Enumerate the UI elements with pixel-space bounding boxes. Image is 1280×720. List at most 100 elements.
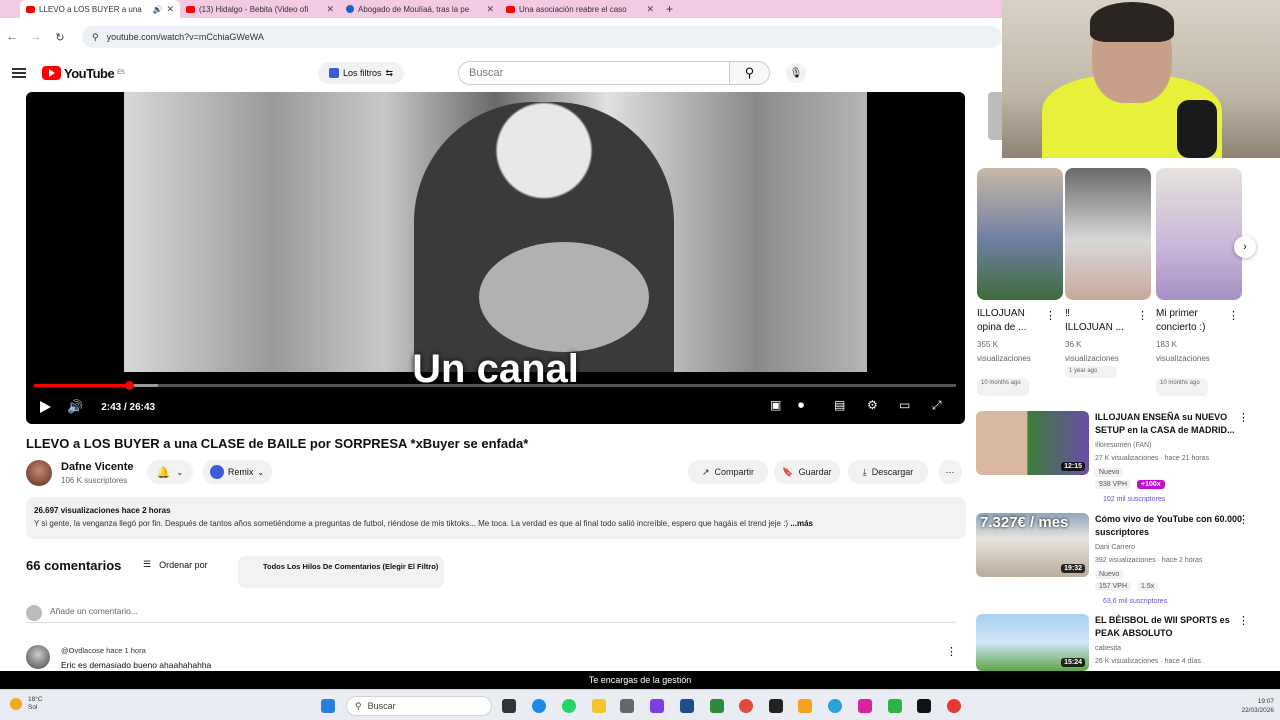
play-icon[interactable]: [40, 401, 51, 413]
description-box[interactable]: 26.697 visualizaciones hace 2 horas Y si…: [26, 497, 966, 539]
download-button[interactable]: ⤓ Descargar: [848, 460, 928, 484]
app-icon[interactable]: [710, 699, 724, 713]
search-input[interactable]: Buscar: [458, 61, 730, 85]
related-thumbnail[interactable]: 15:24: [976, 614, 1089, 671]
shorts-next-button[interactable]: ›: [1234, 236, 1256, 258]
app-icon[interactable]: [798, 699, 812, 713]
short-title[interactable]: ‼ ILLOJUAN ...: [1065, 307, 1141, 335]
chrome-icon[interactable]: [739, 699, 753, 713]
tab-asociacion[interactable]: Una asociación reabre el caso ✕: [500, 0, 660, 18]
channel-name[interactable]: Dafne Vicente: [61, 461, 134, 473]
file-explorer-icon[interactable]: [592, 699, 606, 713]
instagram-icon[interactable]: [858, 699, 872, 713]
subtitles-icon[interactable]: ▤: [834, 398, 845, 412]
voice-search-button[interactable]: 🎙: [786, 63, 806, 83]
more-vertical-icon[interactable]: ⋮: [1238, 513, 1249, 526]
related-title[interactable]: EL BÉISBOL de WII SPORTS es PEAK ABSOLUT…: [1095, 614, 1245, 640]
shorts-thumbnail-peek[interactable]: [988, 92, 1002, 140]
filters-label: Los filtros: [342, 68, 382, 78]
commenter-avatar[interactable]: [26, 645, 50, 669]
volume-icon[interactable]: 🔊: [67, 399, 83, 415]
system-clock[interactable]: 19:07 22/03/2026: [1222, 697, 1274, 715]
filters-button[interactable]: Los filtros ⇆: [318, 62, 404, 84]
related-video[interactable]: 7.327€ / mes 19:32 Cómo vivo de YouTube …: [976, 513, 1266, 605]
fullscreen-icon[interactable]: ⤢: [932, 398, 942, 413]
tab-abogado[interactable]: Abogado de Moulíaá, tras la pe ✕: [340, 0, 500, 18]
channel-avatar[interactable]: [26, 460, 52, 486]
notification-button[interactable]: 🔔 ⌄: [147, 460, 193, 484]
related-title[interactable]: Cómo vivo de YouTube con 60.000 suscript…: [1095, 513, 1245, 539]
back-icon[interactable]: ←: [0, 31, 24, 43]
forward-icon[interactable]: →: [24, 31, 48, 43]
windows-start-icon[interactable]: [321, 699, 335, 713]
more-actions-button[interactable]: ⋯: [938, 460, 962, 484]
weather-widget[interactable]: 18°C Sol: [10, 696, 43, 712]
short-title[interactable]: ILLOJUAN opina de ...: [977, 307, 1053, 335]
site-info-icon[interactable]: ⚲: [92, 32, 99, 43]
ratio-badge: +100x: [1137, 480, 1165, 489]
tab-hidalgo[interactable]: (13) Hidalgo - Bebita (Video ofi ✕: [180, 0, 340, 18]
youtube-logo[interactable]: YouTube ES: [42, 66, 125, 81]
close-icon[interactable]: ✕: [646, 4, 654, 15]
app-icon[interactable]: [680, 699, 694, 713]
autoplay-toggle-icon[interactable]: ⏺: [798, 398, 804, 413]
tiktok-icon[interactable]: [917, 699, 931, 713]
short-title[interactable]: Mi primer concierto :): [1156, 307, 1232, 335]
short-thumbnail[interactable]: [1156, 168, 1242, 300]
remix-button[interactable]: Remix ⌄: [202, 460, 272, 484]
related-channel[interactable]: Illoresumen (FAN): [1095, 440, 1255, 452]
progress-bar[interactable]: [34, 381, 956, 390]
save-label: Guardar: [798, 467, 832, 477]
task-view-icon[interactable]: [502, 699, 516, 713]
settings-icon[interactable]: ⚙: [867, 398, 878, 412]
sort-button[interactable]: ☰ Ordenar por: [143, 559, 208, 570]
related-thumbnail[interactable]: 7.327€ / mes 19:32: [976, 513, 1089, 577]
description-more-link[interactable]: ...más: [790, 519, 813, 528]
more-vertical-icon[interactable]: ⋮: [946, 645, 957, 658]
app-icon[interactable]: [769, 699, 783, 713]
video-player[interactable]: Un canal 🔊 2:43 / 26:43 ▣ ⏺ ▤ ⚙ ▭ ⤢: [26, 92, 965, 424]
more-vertical-icon[interactable]: ⋮: [1228, 309, 1239, 322]
more-vertical-icon[interactable]: ⋮: [1238, 614, 1249, 627]
whatsapp-icon[interactable]: [562, 699, 576, 713]
tab-current[interactable]: LLEVO a LOS BUYER a una 🔊 ✕: [20, 0, 180, 18]
telegram-icon[interactable]: [828, 699, 842, 713]
sort-icon: ☰: [143, 559, 152, 569]
scrubber-handle[interactable]: [124, 381, 134, 390]
taskbar-search[interactable]: ⚲ Buscar: [346, 696, 492, 716]
related-thumbnail[interactable]: 12:15: [976, 411, 1089, 475]
related-channel[interactable]: Dani Carrero: [1095, 542, 1255, 554]
video-duration: 15:24: [1061, 658, 1085, 667]
related-title[interactable]: ILLOJUAN ENSEÑA su NUEVO SETUP en la CAS…: [1095, 411, 1245, 437]
close-icon[interactable]: ✕: [166, 4, 174, 15]
save-button[interactable]: 🔖 Guardar: [774, 460, 840, 484]
comment-filter-dropdown[interactable]: Todos Los Hilos De Comentarios (Elegir E…: [238, 556, 444, 588]
related-channel[interactable]: cabesita: [1095, 643, 1255, 655]
app-icon[interactable]: [620, 699, 634, 713]
edge-icon[interactable]: [532, 699, 546, 713]
close-icon[interactable]: ✕: [326, 4, 334, 15]
short-thumbnail[interactable]: [977, 168, 1063, 300]
add-comment-row[interactable]: Añade un comentario...: [26, 603, 956, 623]
more-vertical-icon[interactable]: ⋮: [1238, 411, 1249, 424]
related-video[interactable]: 12:15 ILLOJUAN ENSEÑA su NUEVO SETUP en …: [976, 411, 1266, 503]
url-field[interactable]: ⚲ youtube.com/watch?v=mCchiaGWeWA: [82, 26, 1002, 48]
search-button[interactable]: ⚲: [730, 61, 770, 85]
share-button[interactable]: ↗ Compartir: [688, 460, 768, 484]
close-icon[interactable]: ✕: [486, 4, 494, 15]
more-vertical-icon[interactable]: ⋮: [1137, 309, 1148, 322]
reload-icon[interactable]: ↻: [48, 31, 72, 44]
youtube-header: YouTube ES Los filtros ⇆ Buscar ⚲ 🎙: [0, 56, 1002, 90]
short-thumbnail[interactable]: [1065, 168, 1151, 300]
theater-mode-icon[interactable]: ▭: [899, 398, 910, 412]
comment-user[interactable]: @Ovdlacose: [61, 646, 104, 655]
extension-player-icon[interactable]: ▣: [770, 398, 781, 412]
menu-icon[interactable]: [12, 68, 26, 78]
new-tab-button[interactable]: +: [666, 2, 673, 16]
app-icon[interactable]: [888, 699, 902, 713]
chrome-icon[interactable]: [947, 699, 961, 713]
add-comment-input[interactable]: Añade un comentario...: [50, 606, 138, 616]
more-vertical-icon[interactable]: ⋮: [1045, 309, 1056, 322]
app-icon[interactable]: [650, 699, 664, 713]
speaker-icon[interactable]: 🔊: [152, 5, 162, 14]
